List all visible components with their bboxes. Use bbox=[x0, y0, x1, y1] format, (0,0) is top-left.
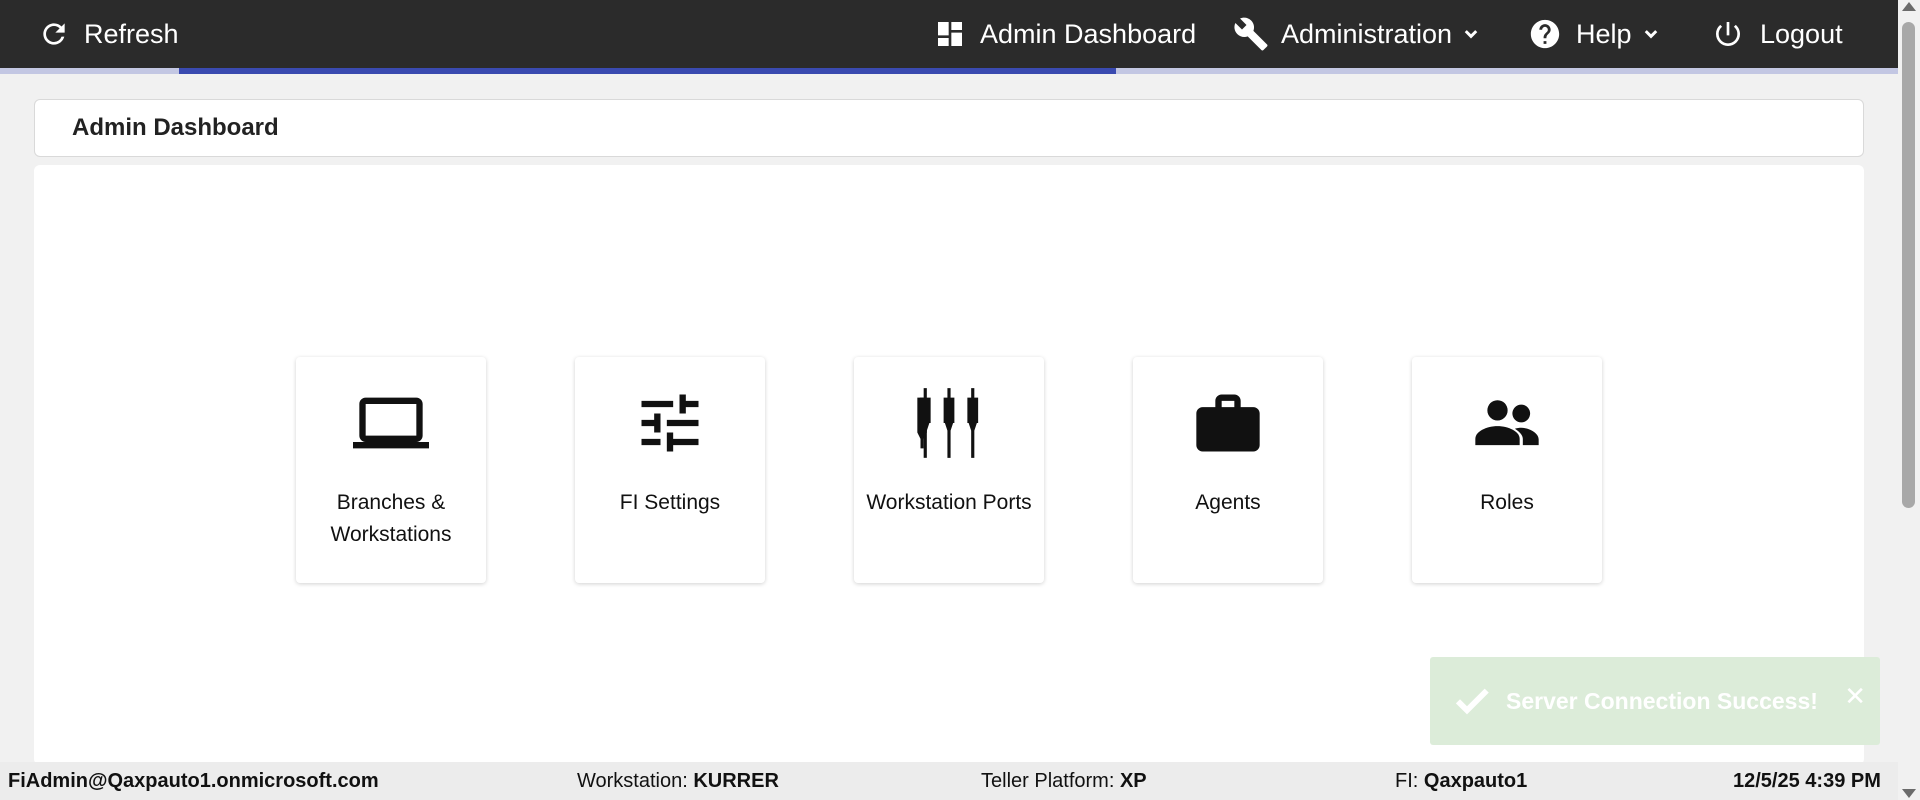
page-title: Admin Dashboard bbox=[72, 114, 279, 141]
help-menu[interactable]: Help bbox=[1528, 0, 1662, 68]
tile-fi-settings[interactable]: FI Settings bbox=[575, 357, 765, 583]
ports-icon bbox=[911, 385, 987, 461]
sliders-icon bbox=[632, 385, 708, 461]
tile-workstation-ports[interactable]: Workstation Ports bbox=[854, 357, 1044, 583]
top-nav-bar: Refresh Admin Dashboard Administration H… bbox=[0, 0, 1898, 68]
workstation-value: KURRER bbox=[693, 769, 779, 792]
briefcase-icon bbox=[1190, 385, 1266, 461]
logout-button[interactable]: Logout bbox=[1712, 0, 1843, 68]
platform-label: Teller Platform: bbox=[981, 769, 1115, 792]
fi-label: FI: bbox=[1395, 769, 1419, 792]
tile-label: Roles bbox=[1480, 491, 1534, 514]
tile-label: Agents bbox=[1195, 491, 1261, 514]
fi-value: Qaxpauto1 bbox=[1423, 769, 1528, 792]
administration-label: Administration bbox=[1281, 18, 1453, 49]
status-user: FiAdmin@Qaxpauto1.onmicrosoft.com bbox=[8, 769, 379, 792]
admin-dashboard-label: Admin Dashboard bbox=[980, 18, 1197, 49]
power-icon bbox=[1716, 22, 1740, 46]
refresh-icon bbox=[43, 23, 65, 45]
scroll-up-arrow-icon[interactable] bbox=[1902, 2, 1916, 11]
admin-dashboard-link[interactable]: Admin Dashboard bbox=[934, 0, 1196, 68]
dashboard-icon bbox=[938, 22, 962, 46]
platform-value: XP bbox=[1119, 769, 1147, 792]
loading-progress-bar bbox=[179, 68, 1116, 74]
tile-roles[interactable]: Roles bbox=[1412, 357, 1602, 583]
people-icon bbox=[1469, 385, 1545, 461]
status-datetime: 12/5/25 4:39 PM bbox=[1733, 769, 1881, 792]
chevron-down-icon bbox=[1464, 30, 1478, 39]
scroll-thumb[interactable] bbox=[1902, 22, 1915, 508]
status-fi: FI: Qaxpauto1 bbox=[1395, 762, 1527, 800]
help-circle-icon bbox=[1530, 19, 1560, 49]
tile-branches-workstations[interactable]: Branches & Workstations bbox=[296, 357, 486, 583]
tile-label: Workstation Ports bbox=[866, 491, 1032, 514]
success-toast: Server Connection Success! ✕ bbox=[1430, 657, 1880, 745]
administration-menu[interactable]: Administration bbox=[1233, 0, 1482, 68]
page-scrollbar[interactable] bbox=[1898, 0, 1920, 800]
page-header: Admin Dashboard bbox=[34, 99, 1864, 157]
help-label: Help bbox=[1576, 18, 1632, 49]
toast-close-icon[interactable]: ✕ bbox=[1844, 681, 1866, 712]
tile-agents[interactable]: Agents bbox=[1133, 357, 1323, 583]
chevron-down-icon bbox=[1644, 30, 1657, 39]
laptop-icon bbox=[353, 385, 429, 461]
scroll-down-arrow-icon[interactable] bbox=[1902, 789, 1916, 798]
refresh-button[interactable]: Refresh bbox=[38, 0, 179, 68]
status-teller-platform: Teller Platform: XP bbox=[981, 762, 1147, 800]
tile-label: Branches & Workstations bbox=[330, 491, 452, 546]
logout-label: Logout bbox=[1760, 18, 1843, 49]
status-bar: FiAdmin@Qaxpauto1.onmicrosoft.com Workst… bbox=[0, 762, 1898, 800]
checkmark-icon bbox=[1455, 688, 1489, 715]
refresh-label: Refresh bbox=[84, 18, 179, 49]
toast-message: Server Connection Success! bbox=[1506, 687, 1818, 714]
status-workstation: Workstation: KURRER bbox=[577, 762, 779, 800]
workstation-label: Workstation: bbox=[577, 769, 688, 792]
wrench-icon bbox=[1234, 17, 1268, 51]
tile-label: FI Settings bbox=[619, 491, 721, 514]
